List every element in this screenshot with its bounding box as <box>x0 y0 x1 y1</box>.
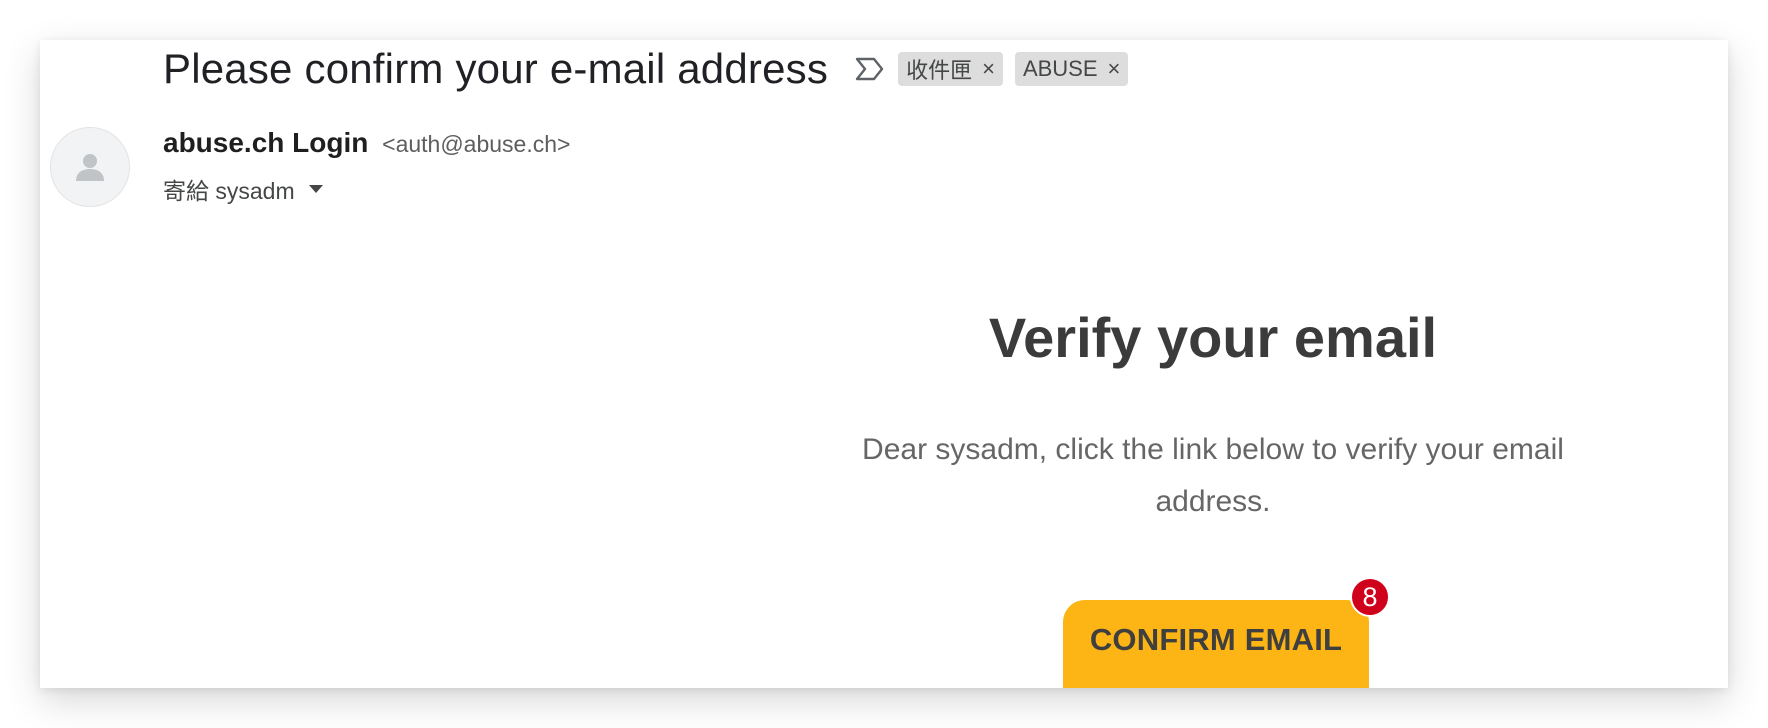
label-chip-inbox[interactable]: 收件匣 × <box>898 52 1003 86</box>
body-heading: Verify your email <box>988 306 1438 369</box>
importance-marker-icon[interactable] <box>854 54 886 84</box>
remove-label-icon[interactable]: × <box>1108 58 1121 80</box>
email-view: Please confirm your e-mail address 收件匣 ×… <box>40 40 1728 688</box>
email-body: Verify your email Dear sysadm, click the… <box>808 310 1618 528</box>
remove-label-icon[interactable]: × <box>982 58 995 80</box>
label-chip-text: 收件匣 <box>906 58 973 83</box>
recipient-details-dropdown-icon[interactable] <box>308 185 323 193</box>
sender-avatar[interactable] <box>50 127 130 207</box>
recipient-line: 寄給 sysadm <box>163 172 323 206</box>
email-subject: Please confirm your e-mail address <box>163 45 829 92</box>
label-chip-text: ABUSE <box>1022 56 1098 81</box>
notification-badge: 8 <box>1350 577 1390 617</box>
person-icon <box>76 154 104 181</box>
sender-line: abuse.ch Login <auth@abuse.ch> <box>163 127 570 159</box>
recipient-text: 寄給 sysadm <box>163 178 295 204</box>
label-chip-abuse[interactable]: ABUSE × <box>1014 52 1129 86</box>
body-message: Dear sysadm, click the link below to ver… <box>862 433 1564 518</box>
sender-name[interactable]: abuse.ch Login <box>163 127 368 158</box>
subject-row: Please confirm your e-mail address 收件匣 ×… <box>163 40 1129 104</box>
sender-email: <auth@abuse.ch> <box>382 131 571 157</box>
confirm-email-button[interactable]: CONFIRM EMAIL <box>1063 600 1369 688</box>
